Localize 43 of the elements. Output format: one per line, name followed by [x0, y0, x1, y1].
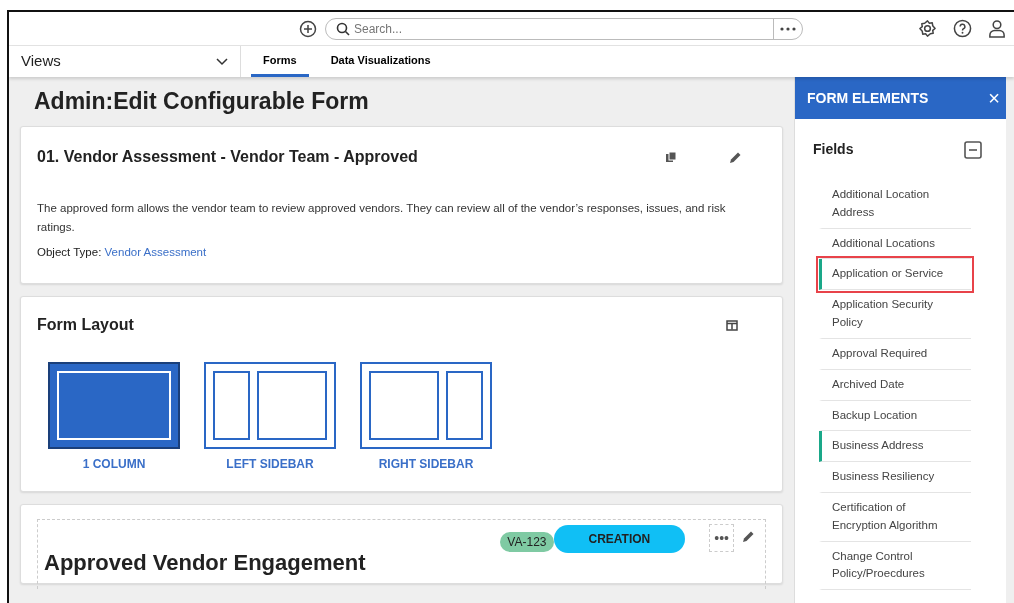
layout-option[interactable] — [204, 362, 336, 450]
user-icon[interactable] — [988, 19, 1006, 38]
form-description: The approved form allows the vendor team to review approved vendors. They can review all of the vendor’s responses, issues, and risk ratings. — [37, 201, 727, 235]
pencil-icon[interactable] — [742, 530, 755, 544]
field-item[interactable]: Backup Location — [819, 400, 971, 432]
field-item[interactable]: Approval Required — [819, 338, 971, 370]
field-item[interactable]: Business Address — [819, 431, 971, 463]
search-input[interactable]: Search... — [350, 19, 773, 38]
layout-label: LEFT SIDEBAR — [225, 456, 315, 474]
group-title: Fields — [813, 140, 854, 159]
object-type-label: Object Type: — [37, 246, 102, 259]
nav-tab[interactable]: Data Visualizations — [318, 46, 443, 77]
panel-title: FORM ELEMENTS — [807, 88, 929, 108]
page-title: Admin:Edit Configurable Form — [34, 89, 370, 115]
id-badge: VA-123 — [500, 532, 554, 553]
object-type-link[interactable]: Vendor Assessment — [104, 246, 207, 259]
layout-title: Form Layout — [37, 315, 134, 336]
close-button[interactable]: × — [982, 83, 1006, 113]
field-item[interactable]: Application Security Policy — [819, 290, 971, 339]
layout-label: 1 COLUMN — [81, 456, 147, 474]
search-icon — [336, 21, 350, 36]
more-icon[interactable] — [780, 26, 796, 31]
settings-icon[interactable] — [918, 19, 937, 38]
field-item[interactable]: Application or Service — [819, 259, 971, 291]
chevron-down-icon — [216, 57, 228, 66]
field-item[interactable]: Change Control Policy/Proecdures — [819, 541, 971, 591]
pencil-icon[interactable] — [729, 150, 742, 164]
more-button[interactable]: ••• — [709, 524, 734, 553]
status-pill: CREATION — [553, 525, 686, 554]
field-item[interactable]: Additional Location Address — [819, 180, 971, 229]
field-item[interactable]: Additional Locations — [819, 228, 971, 260]
field-item[interactable]: Business Resiliency — [819, 462, 971, 493]
section-title: Approved Vendor Engagement — [44, 549, 366, 578]
layout-option[interactable] — [48, 362, 180, 450]
form-title: 01. Vendor Assessment - Vendor Team - Approved — [37, 147, 418, 168]
field-item[interactable]: Certification of Encryption Algorithm — [819, 492, 971, 542]
columns-icon[interactable] — [726, 319, 738, 331]
layout-label: RIGHT SIDEBAR — [377, 456, 475, 474]
layout-option[interactable] — [360, 362, 492, 450]
copy-icon[interactable] — [665, 151, 677, 164]
field-item[interactable]: Archived Date — [819, 369, 971, 401]
collapse-icon[interactable] — [964, 140, 982, 159]
help-icon[interactable] — [953, 19, 972, 38]
